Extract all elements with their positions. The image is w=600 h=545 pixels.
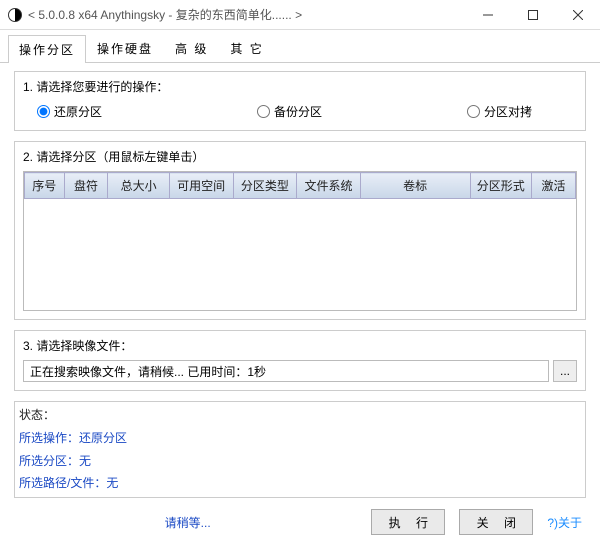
execute-button[interactable]: 执 行 [371,509,445,535]
window-title: < 5.0.0.8 x64 Anythingsky - 复杂的东西简单化....… [28,6,465,23]
status-header: 状态： [19,404,581,427]
radio-restore-label: 还原分区 [54,103,102,120]
minimize-button[interactable] [465,0,510,29]
radio-backup-label: 备份分区 [274,103,322,120]
operation-label: 1. 请选择您要进行的操作： [23,78,577,95]
image-path-value: 正在搜索映像文件，请稍候... 已用时间：1秒 [30,363,266,380]
radio-clone-label: 分区对拷 [484,103,532,120]
tab-disk[interactable]: 操作硬盘 [86,34,164,62]
maximize-button[interactable] [510,0,555,29]
col-total[interactable]: 总大小 [108,173,169,199]
col-free[interactable]: 可用空间 [169,173,233,199]
col-label[interactable]: 卷标 [360,173,470,199]
status-path: 所选路径/文件：无 [19,472,581,495]
close-dialog-button[interactable]: 关 闭 [459,509,533,535]
status-group: 状态： 所选操作：还原分区 所选分区：无 所选路径/文件：无 [14,401,586,498]
operation-group: 1. 请选择您要进行的操作： 还原分区 备份分区 分区对拷 [14,71,586,131]
image-group: 3. 请选择映像文件： 正在搜索映像文件，请稍候... 已用时间：1秒 ... [14,330,586,391]
status-partition: 所选分区：无 [19,450,581,473]
wait-text: 请稍等... [18,514,357,531]
radio-restore-input[interactable] [37,105,50,118]
status-operation: 所选操作：还原分区 [19,427,581,450]
app-icon [8,8,22,22]
about-link[interactable]: ?)关于 [547,514,582,531]
radio-backup-input[interactable] [257,105,270,118]
radio-clone-input[interactable] [467,105,480,118]
col-drive[interactable]: 盘符 [64,173,108,199]
partition-group: 2. 请选择分区（用鼠标左键单击） 序号 盘符 总大小 可用空间 分区类型 文件… [14,141,586,320]
col-index[interactable]: 序号 [25,173,65,199]
col-fs[interactable]: 文件系统 [297,173,361,199]
partition-label: 2. 请选择分区（用鼠标左键单击） [23,148,577,165]
tab-partition[interactable]: 操作分区 [8,35,86,63]
footer: 请稍等... 执 行 关 闭 ?)关于 [0,509,600,535]
partition-table: 序号 盘符 总大小 可用空间 分区类型 文件系统 卷标 分区形式 激活 [24,172,576,199]
tab-other[interactable]: 其 它 [219,34,274,62]
col-scheme[interactable]: 分区形式 [470,173,531,199]
partition-table-wrap[interactable]: 序号 盘符 总大小 可用空间 分区类型 文件系统 卷标 分区形式 激活 [23,171,577,311]
tab-advanced[interactable]: 高 级 [164,34,219,62]
radio-backup[interactable]: 备份分区 [257,103,467,120]
image-label: 3. 请选择映像文件： [23,337,577,354]
col-ptype[interactable]: 分区类型 [233,173,297,199]
radio-clone[interactable]: 分区对拷 [467,103,532,120]
close-button[interactable] [555,0,600,29]
tab-bar: 操作分区 操作硬盘 高 级 其 它 [0,30,600,63]
radio-restore[interactable]: 还原分区 [37,103,257,120]
image-path-field[interactable]: 正在搜索映像文件，请稍候... 已用时间：1秒 [23,360,549,382]
col-active[interactable]: 激活 [532,173,576,199]
titlebar: < 5.0.0.8 x64 Anythingsky - 复杂的东西简单化....… [0,0,600,30]
browse-button[interactable]: ... [553,360,577,382]
